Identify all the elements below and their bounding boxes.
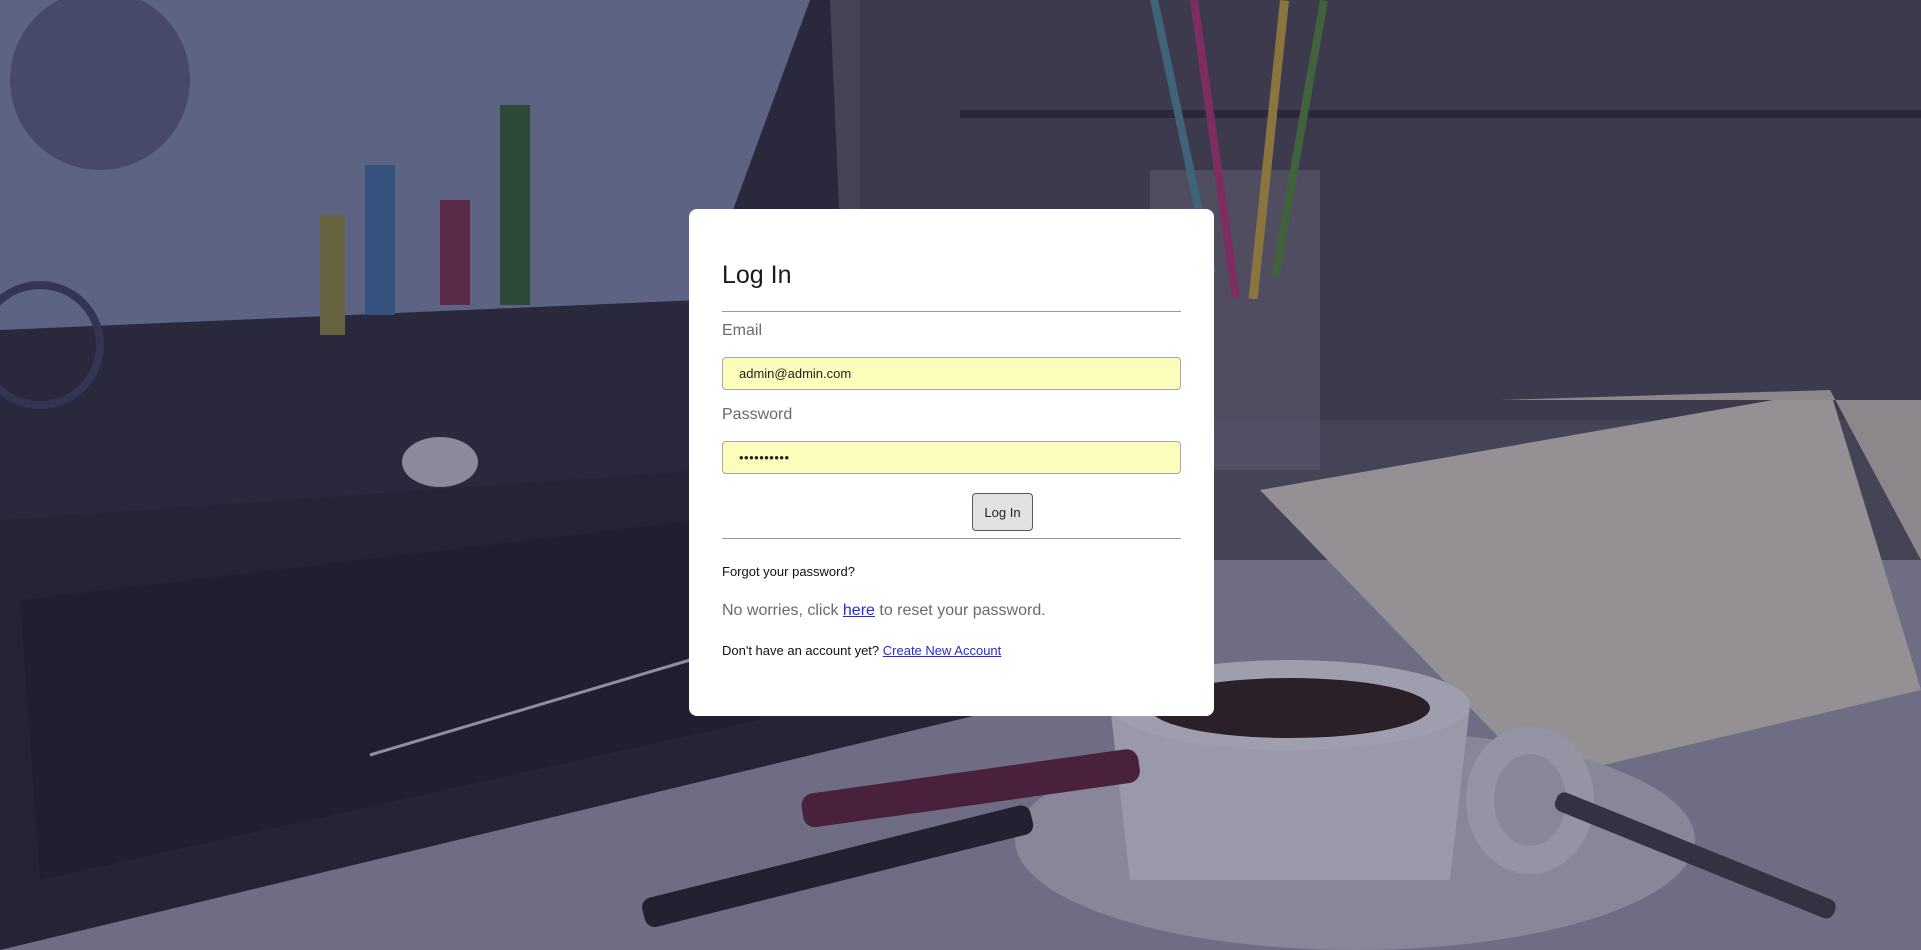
reset-suffix: to reset your password. (874, 602, 1046, 619)
signup-prefix: Don't have an account yet? (722, 643, 883, 658)
password-label: Password (722, 406, 793, 423)
title-divider (722, 311, 1181, 312)
signup-text: Don't have an account yet? Create New Ac… (722, 643, 1001, 658)
email-field[interactable] (722, 357, 1181, 390)
login-card: Log In Email Password Log In Forgot your… (689, 209, 1214, 716)
password-field[interactable] (722, 441, 1181, 474)
reset-prefix: No worries, click (722, 602, 843, 619)
reset-password-text: No worries, click here to reset your pas… (722, 602, 1046, 620)
email-label: Email (722, 322, 763, 339)
login-title: Log In (722, 261, 792, 289)
forgot-password-heading: Forgot your password? (722, 564, 855, 579)
reset-password-link[interactable]: here (843, 602, 875, 619)
create-account-link[interactable]: Create New Account (883, 643, 1002, 658)
login-button[interactable]: Log In (972, 493, 1033, 531)
form-divider (722, 538, 1181, 539)
